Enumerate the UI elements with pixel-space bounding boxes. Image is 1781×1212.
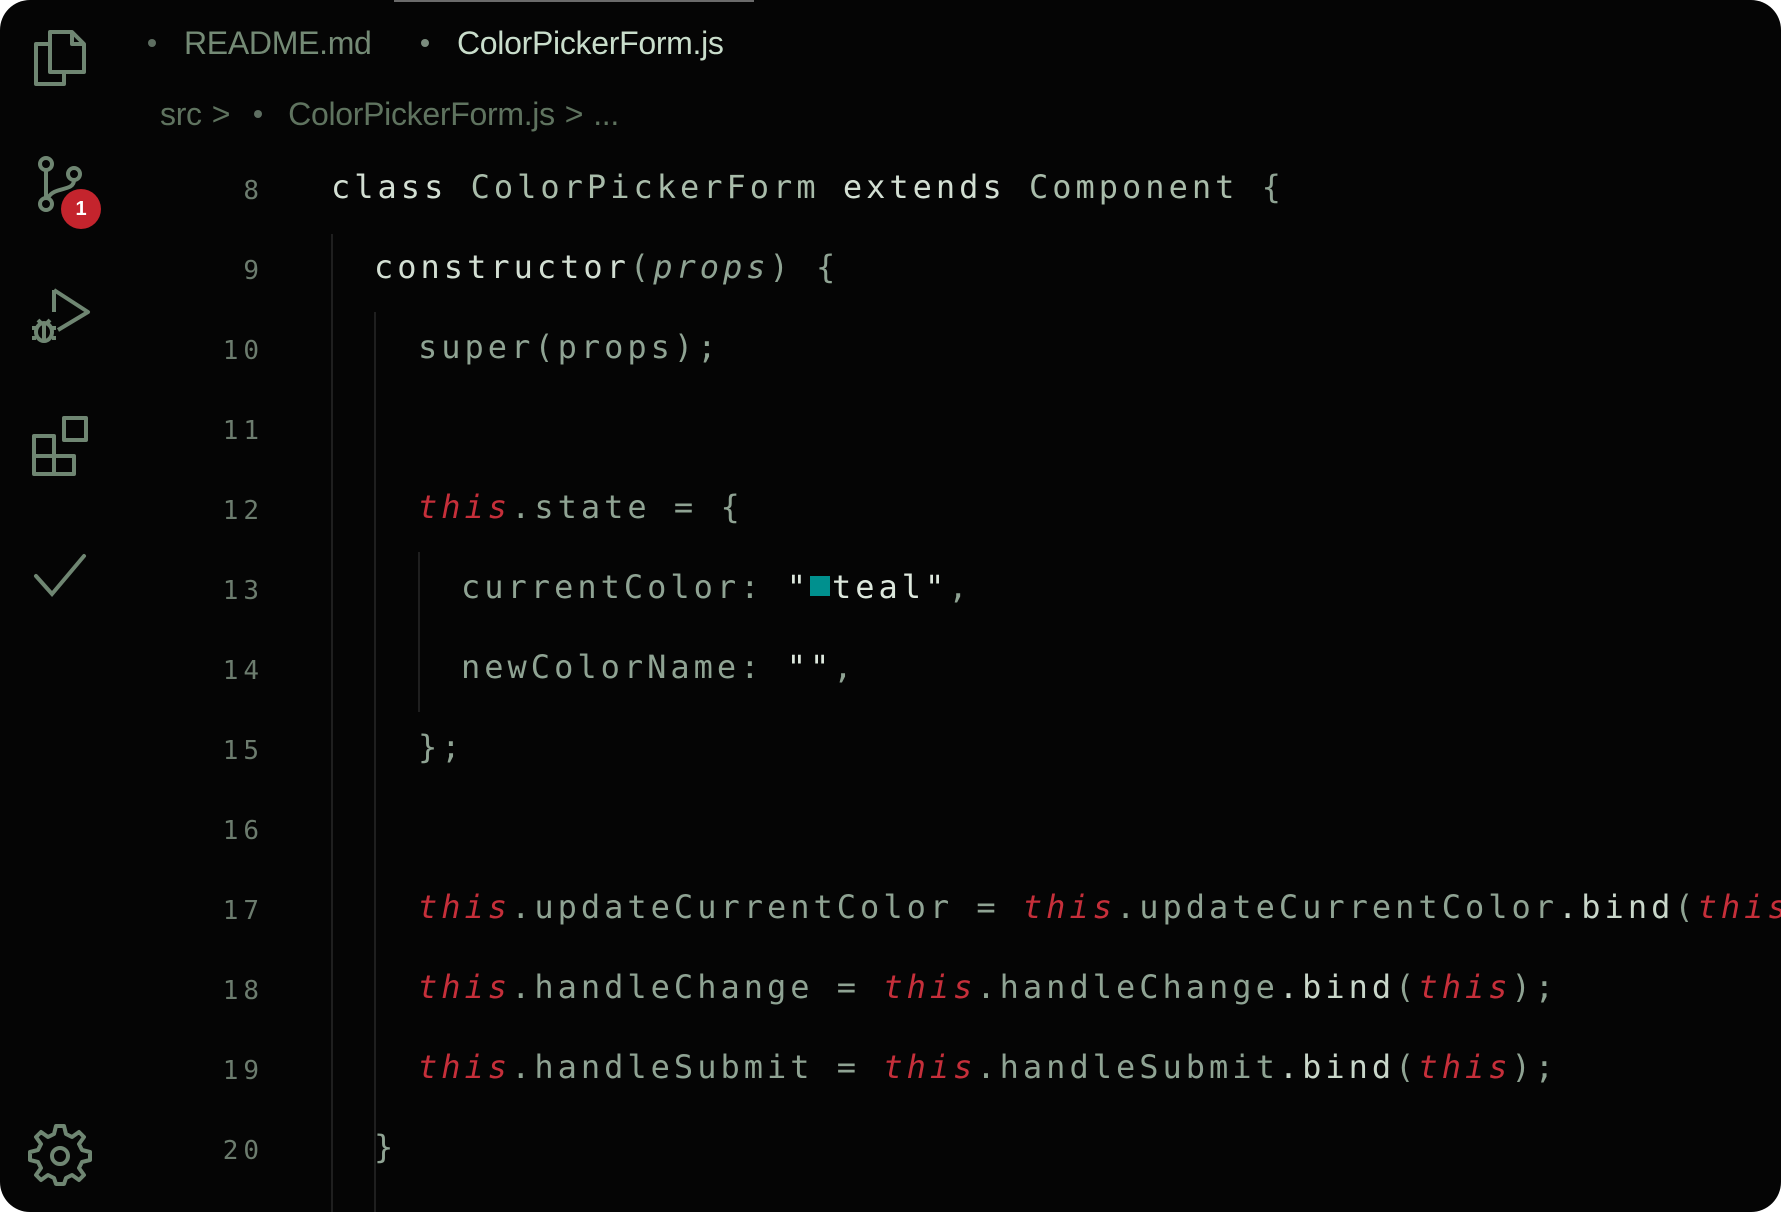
code-text: super(props); (418, 328, 721, 366)
line-number: 13 (222, 576, 264, 606)
code-line: 17 this.updateCurrentColor = this.update… (0, 870, 1781, 950)
code-line: 19 this.handleSubmit = this.handleSubmit… (0, 1030, 1781, 1110)
line-number: 9 (243, 256, 264, 286)
code-line: 14 newColorName: "", (0, 630, 1781, 710)
line-number: 11 (222, 416, 264, 446)
chevron-right-icon: > (211, 95, 231, 132)
code-line: 10 super(props); (0, 310, 1781, 390)
tab-label: ColorPickerForm.js (457, 24, 724, 61)
line-number: 16 (222, 816, 264, 846)
line-number: 18 (222, 976, 264, 1006)
code-text: } (374, 1128, 398, 1166)
code-line: 8 class ColorPickerForm extends Componen… (0, 150, 1781, 230)
chevron-right-icon: > (564, 95, 584, 132)
line-number: 12 (222, 496, 264, 526)
code-text: this.updateCurrentColor = this.updateCur… (418, 888, 1781, 926)
editor-window: 1 README.md ColorPickerForm.js src > Col… (0, 0, 1781, 1212)
line-number: 8 (243, 176, 264, 206)
code-line: 9 constructor(props) { (0, 230, 1781, 310)
code-line: 20 } (0, 1110, 1781, 1190)
code-text: currentColor: " teal", (461, 568, 972, 606)
code-text: newColorName: "", (461, 648, 857, 686)
files-icon[interactable] (28, 26, 92, 90)
active-tab-indicator (394, 0, 754, 2)
line-number: 19 (222, 1056, 264, 1086)
tab-colorpickerform[interactable]: ColorPickerForm.js (421, 18, 724, 68)
tab-readme[interactable]: README.md (148, 18, 372, 68)
line-number: 14 (222, 656, 264, 686)
code-line: 15 }; (0, 710, 1781, 790)
breadcrumb: src > ColorPickerForm.js > ... (160, 92, 619, 136)
line-number: 20 (222, 1136, 264, 1166)
line-number: 17 (222, 896, 264, 926)
line-number: 10 (222, 336, 264, 366)
tab-label: README.md (184, 24, 372, 61)
modified-dot-icon (254, 110, 263, 118)
breadcrumb-symbols[interactable]: ... (593, 96, 619, 133)
code-line: 12 this.state = { (0, 470, 1781, 550)
code-text: class ColorPickerForm extends Component … (331, 168, 1285, 206)
breadcrumb-folder[interactable]: src (160, 96, 202, 133)
code-text: this.handleChange = this.handleChange.bi… (418, 968, 1559, 1006)
code-line: 11 (0, 390, 1781, 470)
code-text: }; (418, 728, 465, 766)
line-number: 15 (222, 736, 264, 766)
code-text: this.state = { (418, 488, 744, 526)
modified-dot-icon (421, 39, 429, 47)
code-line: 18 this.handleChange = this.handleChange… (0, 950, 1781, 1030)
code-line: 16 (0, 790, 1781, 870)
breadcrumb-file[interactable]: ColorPickerForm.js (288, 96, 555, 133)
code-text: this.handleSubmit = this.handleSubmit.bi… (418, 1048, 1559, 1086)
code-line: 13 currentColor: " teal", (0, 550, 1781, 630)
modified-dot-icon (148, 39, 156, 47)
color-swatch[interactable] (809, 576, 830, 596)
code-editor[interactable]: 8 class ColorPickerForm extends Componen… (0, 150, 1781, 1212)
code-text: constructor(props) { (374, 248, 840, 286)
